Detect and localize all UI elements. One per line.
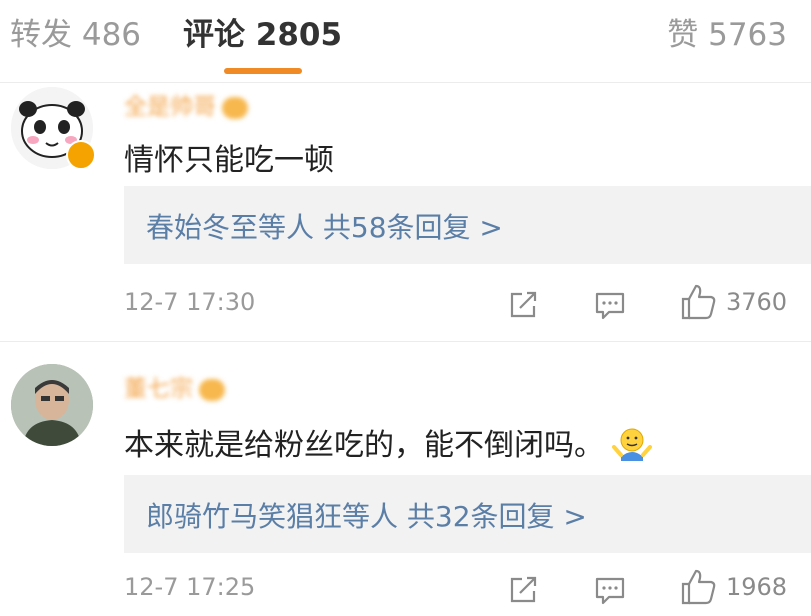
like-icon[interactable] (680, 283, 718, 321)
tab-repost[interactable]: 转发 486 (10, 14, 141, 56)
username-text: 全是帅哥 (124, 94, 216, 120)
like-count: 1968 (726, 573, 788, 601)
tab-bar: 转发 486 评论 2805 赞 5763 (0, 0, 811, 83)
replies-link[interactable]: 春始冬至等人 共58条回复 > (146, 206, 503, 246)
comment-icon[interactable] (594, 291, 626, 321)
comment-text-content: 本来就是给粉丝吃的，能不倒闭吗。 (124, 428, 604, 463)
active-tab-indicator (224, 68, 302, 74)
comment-text: 情怀只能吃一顿 (124, 143, 334, 178)
username[interactable]: 董七宗 (124, 369, 225, 403)
verified-badge-icon (66, 140, 96, 170)
comment-timestamp: 12-7 17:25 (124, 573, 256, 601)
tab-likes[interactable]: 赞 5763 (667, 14, 787, 56)
vip-icon (199, 378, 225, 401)
comment-timestamp: 12-7 17:30 (124, 288, 256, 316)
shrug-emoji-icon (612, 428, 652, 461)
comment-text: 本来就是给粉丝吃的，能不倒闭吗。 (124, 420, 652, 464)
replies-link[interactable]: 郎骑竹马笑猖狂等人 共32条回复 > (146, 495, 587, 535)
comment-icon[interactable] (594, 576, 626, 606)
like-icon[interactable] (680, 568, 718, 606)
like-count: 3760 (726, 288, 788, 316)
share-icon[interactable] (508, 290, 540, 320)
share-icon[interactable] (508, 575, 540, 605)
replies-box[interactable]: 郎骑竹马笑猖狂等人 共32条回复 > (124, 475, 811, 553)
vip-icon (222, 96, 248, 119)
username-text: 董七宗 (124, 376, 193, 402)
tab-comments[interactable]: 评论 2805 (183, 14, 342, 56)
replies-box[interactable]: 春始冬至等人 共58条回复 > (124, 186, 811, 264)
avatar[interactable] (11, 364, 93, 446)
username[interactable]: 全是帅哥 (124, 87, 248, 121)
avatar-image (11, 364, 93, 446)
comment-item: 全是帅哥 情怀只能吃一顿 春始冬至等人 共58条回复 > 12-7 17:30 … (0, 83, 811, 342)
comment-item: 董七宗 本来就是给粉丝吃的，能不倒闭吗。 郎骑竹马笑猖狂等人 共32条回复 > … (0, 352, 811, 616)
